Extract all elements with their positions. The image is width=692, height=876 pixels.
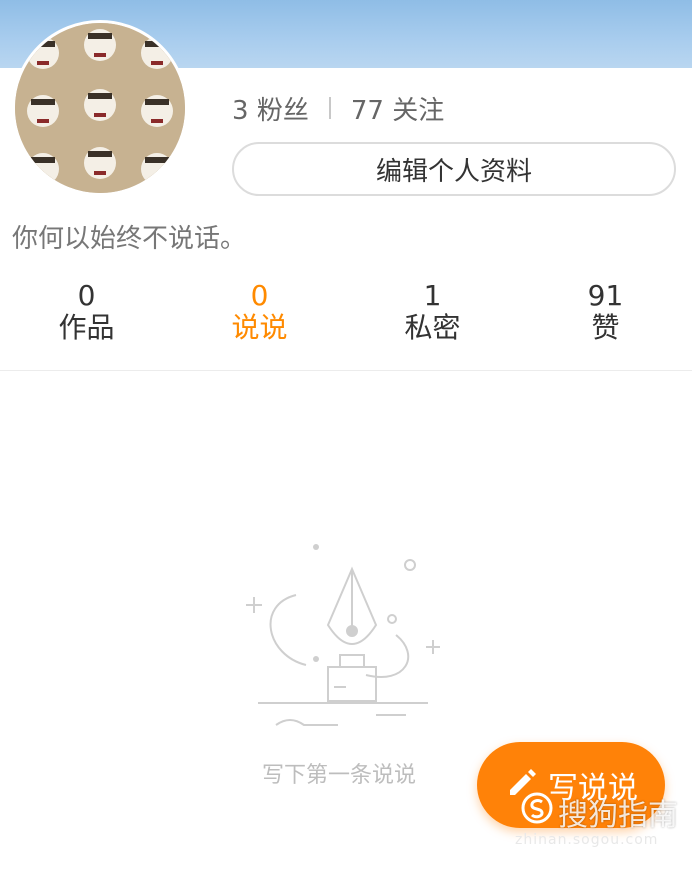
tab-count: 0: [77, 279, 96, 312]
followers-stat[interactable]: 3 粉丝: [232, 90, 309, 127]
tab-works[interactable]: 0 作品: [0, 280, 173, 370]
profile-signature: 你何以始终不说话。: [12, 224, 247, 254]
watermark-text: 搜狗指南: [558, 798, 678, 833]
watermark-url: zhinan.sogou.com: [515, 832, 659, 848]
tab-label: 赞: [591, 311, 620, 344]
tab-posts[interactable]: 0 说说: [173, 280, 346, 370]
empty-state-message: 写下第一条说说: [262, 763, 417, 788]
profile-tabs: 0 作品 0 说说 1 私密 91 赞: [0, 280, 692, 371]
stats-divider: [328, 97, 331, 119]
edit-profile-button[interactable]: 编辑个人资料: [232, 142, 676, 196]
tab-count: 1: [423, 279, 442, 312]
avatar[interactable]: [12, 20, 188, 196]
avatar-image: [15, 23, 185, 193]
fountain-pen-icon: [236, 535, 446, 735]
following-stat[interactable]: 77 关注: [351, 90, 444, 127]
followers-count: 3: [232, 95, 249, 126]
tab-private[interactable]: 1 私密: [346, 280, 519, 370]
follow-stats: 3 粉丝 77 关注: [232, 90, 444, 126]
tab-likes[interactable]: 91 赞: [519, 280, 692, 370]
followers-label: 粉丝: [256, 95, 309, 126]
tab-count: 91: [587, 279, 624, 312]
tab-label: 私密: [404, 311, 461, 344]
sogou-watermark: 搜狗指南: [520, 790, 678, 834]
tab-label: 说说: [231, 311, 288, 344]
tab-label: 作品: [58, 311, 115, 344]
following-label: 关注: [392, 95, 445, 126]
sogou-logo-icon: [520, 791, 554, 833]
tab-count: 0: [250, 279, 269, 312]
following-count: 77: [350, 95, 384, 126]
